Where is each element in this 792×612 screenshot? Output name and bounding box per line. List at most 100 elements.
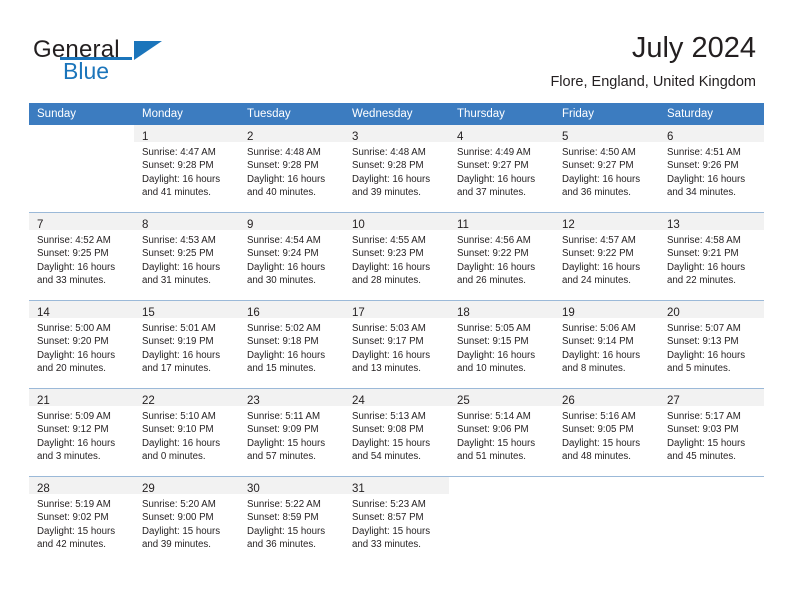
calendar-day-cell[interactable]: 9 Sunrise: 4:54 AM Sunset: 9:24 PM Daylight…: [239, 212, 344, 301]
day-detail-line: Daylight: 16 hours: [562, 173, 641, 185]
calendar-day-cell[interactable]: 12 Sunrise: 4:57 AM Sunset: 9:22 PM Dayligh…: [554, 212, 659, 301]
day-number: 7: [37, 219, 44, 231]
day-number-band: 10: [344, 213, 449, 231]
calendar-day-cell[interactable]: 23 Sunrise: 5:11 AM Sunset: 9:09 PM Dayligh…: [239, 388, 344, 477]
day-detail-line: and 28 minutes.: [352, 275, 421, 287]
location-subtitle: Flore, England, United Kingdom: [550, 74, 756, 90]
calendar-day-cell[interactable]: 7 Sunrise: 4:52 AM Sunset: 9:25 PM Daylight…: [29, 212, 134, 301]
day-detail-line: Sunset: 9:06 PM: [457, 424, 529, 436]
calendar-day-cell[interactable]: 31 Sunrise: 5:23 AM Sunset: 8:57 PM Dayligh…: [344, 476, 449, 564]
day-detail-line: Sunrise: 5:23 AM: [352, 499, 426, 510]
general-blue-logo: General Blue: [33, 36, 243, 86]
calendar-day-cell[interactable]: 21 Sunrise: 5:09 AM Sunset: 9:12 PM Dayligh…: [29, 388, 134, 477]
calendar-day-cell[interactable]: 8 Sunrise: 4:53 AM Sunset: 9:25 PM Daylight…: [134, 212, 239, 301]
day-detail-line: and 10 minutes.: [457, 363, 526, 375]
day-detail-text: Sunrise: 4:55 AM Sunset: 9:23 PM Daylight:…: [344, 230, 449, 288]
calendar-day-cell[interactable]: 20 Sunrise: 5:07 AM Sunset: 9:13 PM Dayligh…: [659, 300, 764, 389]
day-detail-line: Sunrise: 4:50 AM: [562, 147, 636, 158]
day-detail-line: and 40 minutes.: [247, 187, 316, 199]
day-number: 11: [457, 219, 469, 231]
day-number-band: 15: [134, 301, 239, 319]
calendar-day-cell[interactable]: 25 Sunrise: 5:14 AM Sunset: 9:06 PM Dayligh…: [449, 388, 554, 477]
calendar-day-cell[interactable]: 4 Sunrise: 4:49 AM Sunset: 9:27 PM Daylight…: [449, 125, 554, 213]
day-number: 5: [562, 131, 569, 143]
day-detail-line: Daylight: 16 hours: [142, 437, 221, 449]
day-number-band: 23: [239, 389, 344, 407]
calendar-day-cell[interactable]: 6 Sunrise: 4:51 AM Sunset: 9:26 PM Daylight…: [659, 125, 764, 213]
calendar-day-cell[interactable]: 1 Sunrise: 4:47 AM Sunset: 9:28 PM Daylight…: [134, 125, 239, 213]
day-detail-text: Sunrise: 5:03 AM Sunset: 9:17 PM Daylight:…: [344, 318, 449, 376]
calendar-day-cell[interactable]: 28 Sunrise: 5:19 AM Sunset: 9:02 PM Dayligh…: [29, 476, 134, 564]
day-detail-text: Sunrise: 5:00 AM Sunset: 9:20 PM Daylight:…: [29, 318, 134, 376]
day-detail-text: Sunrise: 4:48 AM Sunset: 9:28 PM Daylight:…: [344, 142, 449, 200]
day-number: 13: [667, 219, 680, 231]
day-detail-line: Daylight: 16 hours: [352, 261, 431, 273]
day-detail-line: Daylight: 15 hours: [247, 525, 326, 537]
day-detail-line: and 42 minutes.: [37, 539, 106, 551]
day-detail-line: and 22 minutes.: [667, 275, 736, 287]
day-number: 25: [457, 395, 470, 407]
calendar-day-cell[interactable]: 18 Sunrise: 5:05 AM Sunset: 9:15 PM Dayligh…: [449, 300, 554, 389]
day-number: 4: [457, 131, 464, 143]
calendar-day-cell[interactable]: 11 Sunrise: 4:56 AM Sunset: 9:22 PM Dayligh…: [449, 212, 554, 301]
day-detail-text: Sunrise: 4:51 AM Sunset: 9:26 PM Daylight:…: [659, 142, 764, 200]
day-detail-text: Sunrise: 4:47 AM Sunset: 9:28 PM Daylight:…: [134, 142, 239, 200]
day-detail-line: and 24 minutes.: [562, 275, 631, 287]
day-detail-line: and 48 minutes.: [562, 451, 631, 463]
weekday-header-wednesday: Wednesday: [344, 103, 449, 125]
day-number: 6: [667, 131, 674, 143]
calendar-day-cell[interactable]: 29 Sunrise: 5:20 AM Sunset: 9:00 PM Dayligh…: [134, 476, 239, 564]
day-detail-line: Daylight: 15 hours: [562, 437, 641, 449]
day-detail-line: Daylight: 15 hours: [352, 437, 431, 449]
day-number-band: 2: [239, 125, 344, 143]
day-number-band: 30: [239, 477, 344, 495]
day-number-band: 29: [134, 477, 239, 495]
calendar-day-cell[interactable]: 14 Sunrise: 5:00 AM Sunset: 9:20 PM Dayligh…: [29, 300, 134, 389]
calendar-day-cell[interactable]: 22 Sunrise: 5:10 AM Sunset: 9:10 PM Dayligh…: [134, 388, 239, 477]
day-number: 8: [142, 219, 149, 231]
day-detail-line: Daylight: 16 hours: [247, 173, 326, 185]
day-detail-line: Sunset: 9:25 PM: [142, 248, 214, 260]
day-detail-line: Daylight: 15 hours: [142, 525, 221, 537]
day-detail-text: Sunrise: 5:16 AM Sunset: 9:05 PM Daylight:…: [554, 406, 659, 464]
day-detail-line: Sunrise: 5:20 AM: [142, 499, 216, 510]
calendar-day-cell[interactable]: 15 Sunrise: 5:01 AM Sunset: 9:19 PM Dayligh…: [134, 300, 239, 389]
day-detail-line: Sunset: 9:09 PM: [247, 424, 319, 436]
calendar-day-cell[interactable]: 16 Sunrise: 5:02 AM Sunset: 9:18 PM Dayligh…: [239, 300, 344, 389]
day-detail-line: Sunrise: 4:52 AM: [37, 235, 111, 246]
day-detail-line: Sunset: 9:25 PM: [37, 248, 109, 260]
day-detail-line: Sunset: 9:24 PM: [247, 248, 319, 260]
day-number-band: 5: [554, 125, 659, 143]
calendar-day-cell[interactable]: 24 Sunrise: 5:13 AM Sunset: 9:08 PM Dayligh…: [344, 388, 449, 477]
calendar-empty-cell: [659, 476, 764, 564]
day-detail-line: Sunset: 9:28 PM: [142, 160, 214, 172]
weekday-header-monday: Monday: [134, 103, 239, 125]
day-detail-line: Sunrise: 5:00 AM: [37, 323, 111, 334]
day-detail-line: Sunrise: 4:49 AM: [457, 147, 531, 158]
day-detail-line: Daylight: 16 hours: [142, 261, 221, 273]
calendar-day-cell[interactable]: 26 Sunrise: 5:16 AM Sunset: 9:05 PM Dayligh…: [554, 388, 659, 477]
calendar-day-cell[interactable]: 10 Sunrise: 4:55 AM Sunset: 9:23 PM Dayligh…: [344, 212, 449, 301]
calendar-day-cell[interactable]: 30 Sunrise: 5:22 AM Sunset: 8:59 PM Dayligh…: [239, 476, 344, 564]
day-detail-text: Sunrise: 5:14 AM Sunset: 9:06 PM Daylight:…: [449, 406, 554, 464]
calendar-day-cell[interactable]: 27 Sunrise: 5:17 AM Sunset: 9:03 PM Dayligh…: [659, 388, 764, 477]
calendar-day-cell[interactable]: 17 Sunrise: 5:03 AM Sunset: 9:17 PM Dayligh…: [344, 300, 449, 389]
day-number-band: 12: [554, 213, 659, 231]
day-detail-text: Sunrise: 5:13 AM Sunset: 9:08 PM Daylight:…: [344, 406, 449, 464]
day-detail-line: Sunrise: 4:51 AM: [667, 147, 741, 158]
day-number: 30: [247, 483, 260, 495]
day-detail-line: Daylight: 16 hours: [37, 261, 116, 273]
day-number: 10: [352, 219, 365, 231]
day-detail-line: Sunset: 9:21 PM: [667, 248, 739, 260]
calendar-day-cell[interactable]: 5 Sunrise: 4:50 AM Sunset: 9:27 PM Daylight…: [554, 125, 659, 213]
day-number-band: 19: [554, 301, 659, 319]
day-number: 14: [37, 307, 50, 319]
calendar-day-cell[interactable]: 3 Sunrise: 4:48 AM Sunset: 9:28 PM Daylight…: [344, 125, 449, 213]
day-detail-line: Sunrise: 5:22 AM: [247, 499, 321, 510]
day-number-band: 26: [554, 389, 659, 407]
calendar-day-cell[interactable]: 13 Sunrise: 4:58 AM Sunset: 9:21 PM Dayligh…: [659, 212, 764, 301]
day-detail-line: and 57 minutes.: [247, 451, 316, 463]
calendar-day-cell[interactable]: 2 Sunrise: 4:48 AM Sunset: 9:28 PM Daylight…: [239, 125, 344, 213]
calendar-day-cell[interactable]: 19 Sunrise: 5:06 AM Sunset: 9:14 PM Dayligh…: [554, 300, 659, 389]
calendar-page: General Blue July 2024 Flore, England, U…: [0, 0, 792, 612]
